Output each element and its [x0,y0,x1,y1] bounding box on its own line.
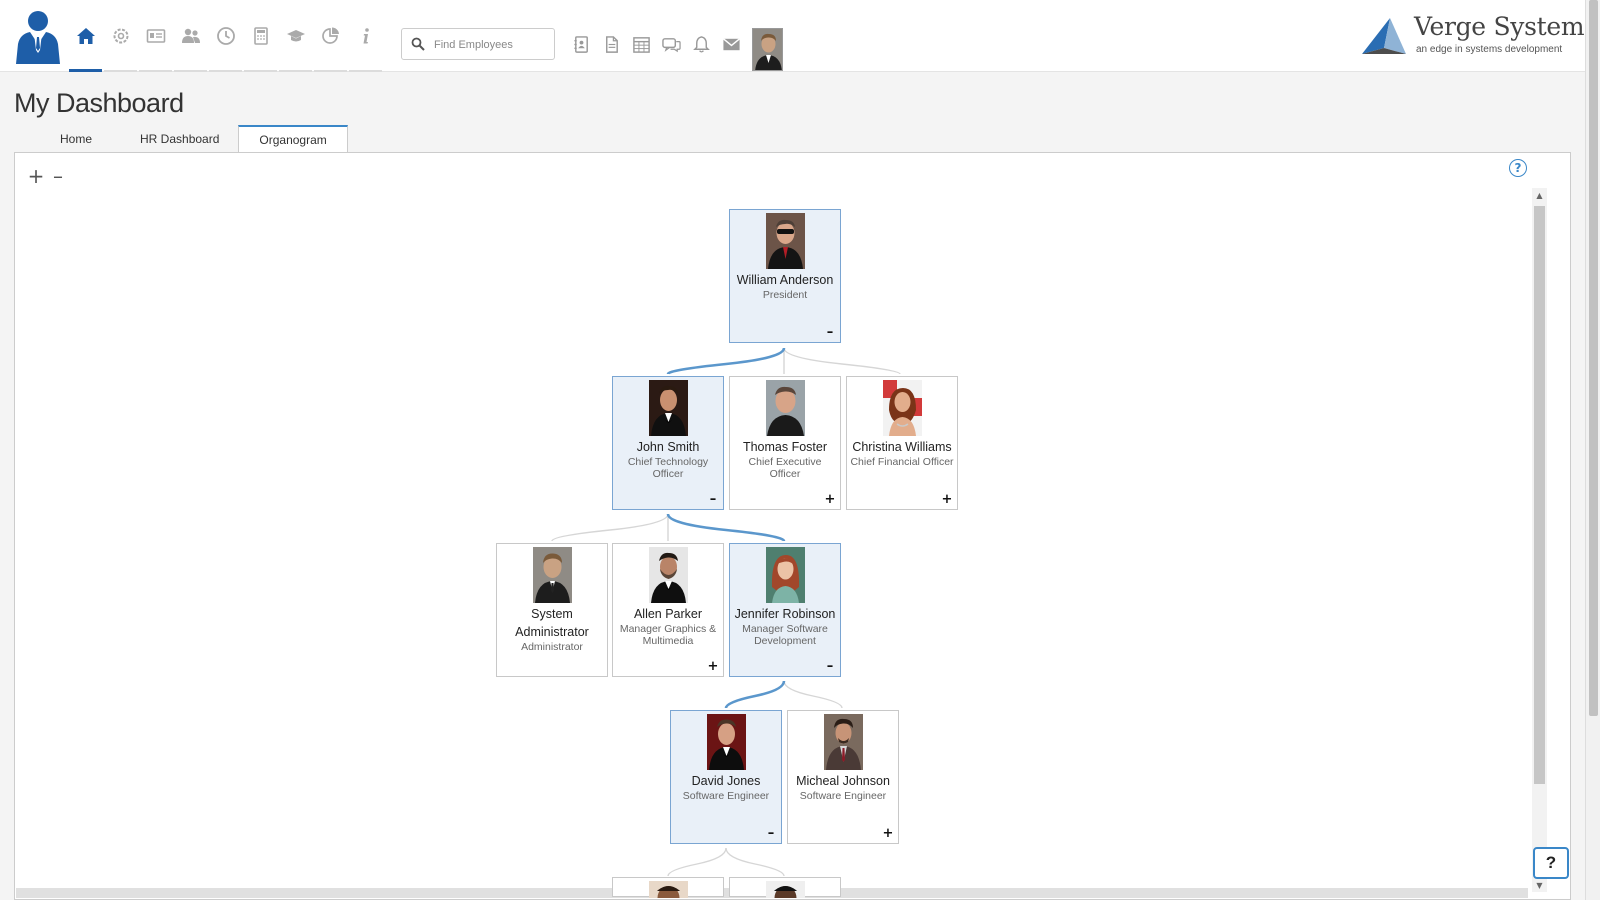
employee-name: Jennifer Robinson [734,607,836,621]
brand-logo: Verge Systems an edge in systems develop… [1362,12,1597,64]
employee-name: John Smith [636,440,700,454]
collapse-toggle[interactable]: – [824,660,836,673]
employee-role: Software Engineer [799,790,887,802]
employee-photo [824,714,863,770]
app-logo-icon[interactable] [14,8,62,64]
toolbar-icons [566,32,746,56]
tab-home[interactable]: Home [14,125,139,152]
employee-photo [649,881,688,898]
calendar-icon[interactable] [626,32,656,56]
envelope-icon[interactable] [716,32,746,56]
help-widget-button[interactable]: ? [1533,847,1569,879]
page-title: My Dashboard [14,88,184,118]
employee-photo [533,547,572,603]
org-node-system-administrator[interactable]: System Administrator Administrator [496,543,608,677]
employee-photo [766,547,805,603]
employee-photo [649,547,688,603]
employee-name: Allen Parker [633,607,703,621]
employee-photo [707,714,746,770]
search-icon [411,37,425,51]
nav-chart-pie-icon[interactable] [313,0,348,72]
expand-toggle[interactable]: + [707,660,719,673]
employee-name: Thomas Foster [742,440,828,454]
search-input[interactable] [434,35,550,55]
org-node-partial[interactable] [612,877,724,898]
collapse-toggle[interactable]: – [707,493,719,506]
nav-calculator-icon[interactable] [243,0,278,72]
chart-vertical-scrollbar[interactable]: ▲ ▼ [1532,188,1547,892]
org-node-jennifer-robinson[interactable]: Jennifer Robinson Manager Software Devel… [729,543,841,677]
top-bar: Verge Systems an edge in systems develop… [0,0,1597,72]
employee-role: Manager Software Development [742,623,828,647]
employee-photo [766,881,805,898]
employee-role: Chief Technology Officer [627,456,709,480]
org-node-partial[interactable] [729,877,841,898]
employee-role: President [762,289,808,301]
nav-info-icon[interactable] [348,0,383,72]
nav-graduation-cap-icon[interactable] [278,0,313,72]
employee-search[interactable] [401,28,555,60]
chat-icon[interactable] [656,32,686,56]
brand-name: Verge Systems [1414,12,1597,41]
nav-people-icon[interactable] [173,0,208,72]
main-nav [68,0,383,72]
document-icon[interactable] [596,32,626,56]
org-node-john-smith[interactable]: John Smith Chief Technology Officer – [612,376,724,510]
page-scrollbar-thumb[interactable] [1589,0,1598,716]
org-node-christina-williams[interactable]: Christina Williams Chief Financial Offic… [846,376,958,510]
employee-photo [883,380,922,436]
zoom-in-button[interactable]: + [25,164,47,188]
nav-home-icon[interactable] [68,0,103,72]
expand-toggle[interactable]: + [882,827,894,840]
employee-role: Chief Executive Officer [748,456,822,480]
help-icon[interactable]: ? [1509,159,1527,177]
bell-icon[interactable] [686,32,716,56]
employee-role: Chief Financial Officer [850,456,954,468]
employee-role: Software Engineer [682,790,770,802]
employee-photo [649,380,688,436]
dashboard-tabs: Home HR Dashboard Organogram [14,125,348,153]
employee-name: System Administrator [515,607,589,639]
employee-name: David Jones [691,774,761,788]
employee-name: Micheal Johnson [796,774,890,788]
nav-gear-icon[interactable] [103,0,138,72]
nav-clock-icon[interactable] [208,0,243,72]
user-avatar[interactable] [752,28,783,71]
expand-toggle[interactable]: + [941,493,953,506]
tab-organogram[interactable]: Organogram [238,125,348,153]
org-node-william-anderson[interactable]: William Anderson President – [729,209,841,343]
collapse-toggle[interactable]: – [824,326,836,339]
org-node-micheal-johnson[interactable]: Micheal Johnson Software Engineer + [787,710,899,844]
zoom-out-button[interactable]: – [47,164,69,188]
employee-photo [766,380,805,436]
employee-name: William Anderson [736,273,834,287]
scroll-up-arrow-icon[interactable]: ▲ [1532,188,1547,202]
scrollbar-thumb[interactable] [1534,206,1545,784]
page-scrollbar[interactable] [1585,0,1600,900]
brand-tagline: an edge in systems development [1416,44,1563,55]
tab-hr-dashboard[interactable]: HR Dashboard [139,125,238,152]
nav-id-card-icon[interactable] [138,0,173,72]
employee-role: Manager Graphics & Multimedia [619,623,717,647]
zoom-controls: + – [25,164,69,188]
expand-toggle[interactable]: + [824,493,836,506]
org-node-david-jones[interactable]: David Jones Software Engineer – [670,710,782,844]
collapse-toggle[interactable]: – [765,827,777,840]
address-book-icon[interactable] [566,32,596,56]
scroll-down-arrow-icon[interactable]: ▼ [1532,878,1547,892]
org-node-allen-parker[interactable]: Allen Parker Manager Graphics & Multimed… [612,543,724,677]
employee-name: Christina Williams [852,440,952,454]
brand-mark-icon [1362,18,1406,54]
employee-photo [766,213,805,269]
org-node-thomas-foster[interactable]: Thomas Foster Chief Executive Officer + [729,376,841,510]
employee-role: Administrator [521,641,583,653]
